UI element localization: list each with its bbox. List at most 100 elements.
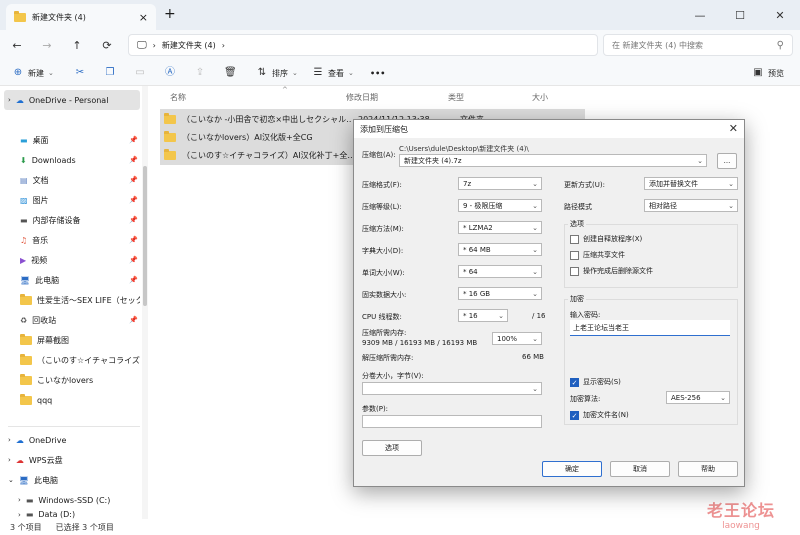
cloud-icon: ☁ [15,95,24,105]
sidebar-item-1[interactable]: ⬇ Downloads 📌 [20,150,140,170]
copy-button[interactable]: ❐ [104,64,116,82]
forward-button[interactable]: → [36,35,58,55]
sort-icon: ⇅ [257,67,267,78]
video-icon: ▶ [20,255,27,265]
sidebar-scrollbar[interactable] [142,86,148,519]
pin-icon: 📌 [129,216,138,224]
archive-name-combo[interactable]: 新建文件夹 (4).7z ⌄ [399,154,707,167]
new-button[interactable]: ⊕ 新建 ⌄ [12,64,54,82]
update-label: 更新方式(U): [564,181,605,189]
cancel-button[interactable]: 取消 [610,461,670,477]
dict-select[interactable]: * 64 MB ⌄ [458,243,542,256]
sidebar-item-onedrive[interactable]: › ☁ OneDrive [8,430,140,450]
pc-icon: 🖥 [18,475,30,485]
format-value: 7z [463,179,472,188]
shared-files-checkbox[interactable]: 压缩共享文件 [570,250,625,260]
password-input[interactable]: 上老王论坛当老王 [570,320,730,336]
params-label: 参数(P): [362,405,389,413]
sort-button[interactable]: ⇅ 排序 ⌄ [256,64,298,82]
sidebar-item-label: 图片 [32,195,49,205]
pin-icon: 📌 [129,156,138,164]
expand-chevron-icon: › [8,96,11,104]
sidebar-item-c-drive[interactable]: › ▬ Windows-SSD (C:) [18,490,150,510]
sidebar-item-onedrive-personal[interactable]: › ☁ OneDrive - Personal [4,90,140,110]
dialog-title: 添加到压缩包 [360,124,408,134]
preview-button[interactable]: ▣ 预览 [752,64,784,82]
method-select[interactable]: * LZMA2 ⌄ [458,221,542,234]
col-header-name[interactable]: 名称 [170,92,186,106]
update-select[interactable]: 添加并替换文件 ⌄ [644,177,738,190]
sidebar-item-0[interactable]: ▬ 桌面 📌 [20,130,140,150]
document-icon: ▤ [20,175,28,185]
search-box[interactable]: 在 新建文件夹 (4) 中搜索 ⚲ [603,34,793,56]
col-header-size[interactable]: 大小 [532,92,548,106]
sidebar-item-6[interactable]: ▶ 视频 📌 [20,250,140,270]
sidebar-item-5[interactable]: ♫ 音乐 📌 [20,230,140,250]
crumb-separator-end[interactable]: › [222,41,225,50]
sidebar-item-d-drive[interactable]: › ▬ Data (D:) [18,510,150,519]
drive-icon: ▬ [25,495,34,505]
sidebar-item-label: 性爱生活～SEX LIFE（セック [37,295,140,305]
split-select[interactable]: ⌄ [362,382,542,395]
delete-after-checkbox[interactable]: 操作完成后删除源文件 [570,266,653,276]
sidebar-item-label: 桌面 [32,135,49,145]
col-header-date[interactable]: 修改日期 [346,92,378,106]
address-bar[interactable]: 🖵 › 新建文件夹 (4) › [128,34,598,56]
breadcrumb[interactable]: 新建文件夹 (4) [162,40,216,51]
sidebar-item-9[interactable]: ♻ 回收站 📌 [20,310,140,330]
delete-button[interactable]: 🗑 [224,64,237,82]
sidebar-item-8[interactable]: 性爱生活～SEX LIFE（セック [20,290,140,310]
solid-select[interactable]: * 16 GB ⌄ [458,287,542,300]
sidebar-item-7[interactable]: 🖥 此电脑 📌 [20,270,140,290]
show-password-checkbox[interactable]: ✓ 显示密码(S) [570,377,621,387]
cpu-select[interactable]: * 16 ⌄ [458,309,508,322]
col-header-type[interactable]: 类型 [448,92,464,106]
sidebar-item-3[interactable]: ▨ 图片 📌 [20,190,140,210]
tab-active[interactable]: 新建文件夹 (4) × [6,4,156,30]
mem-percent-select[interactable]: 100% ⌄ [492,332,542,345]
sidebar-item-4[interactable]: ▬ 内部存储设备 📌 [20,210,140,230]
level-select[interactable]: 9 - 极限压缩 ⌄ [458,199,542,212]
word-select[interactable]: * 64 ⌄ [458,265,542,278]
encrypt-names-checkbox[interactable]: ✓ 加密文件名(N) [570,410,629,420]
more-button[interactable]: ••• [370,64,385,82]
paste-button[interactable]: ▭ [134,64,146,82]
options-button[interactable]: 选项 [362,440,422,456]
maximize-button[interactable]: ☐ [720,0,760,30]
chevron-down-icon: ⌄ [532,267,538,276]
update-value: 添加并替换文件 [649,179,698,188]
sidebar-item-13[interactable]: qqq [20,390,140,410]
nav-bar: ← → ↑ ⟳ 🖵 › 新建文件夹 (4) › 在 新建文件夹 (4) 中搜索 … [0,30,800,60]
sidebar-item-2[interactable]: ▤ 文档 📌 [20,170,140,190]
sidebar-item-label: Data (D:) [38,510,76,519]
pin-icon: 📌 [129,196,138,204]
enc-method-select[interactable]: AES-256 ⌄ [666,391,730,404]
rename-button[interactable]: Ⓐ [164,64,176,82]
view-button[interactable]: ☰ 查看 ⌄ [312,64,354,82]
sidebar-item-12[interactable]: こいなかlovers [20,370,140,390]
new-tab-button[interactable]: + [164,6,176,22]
sidebar-item-this-pc[interactable]: ⌄ 🖥 此电脑 [8,470,140,490]
path-select[interactable]: 相对路径 ⌄ [644,199,738,212]
ok-button[interactable]: 确定 [542,461,602,477]
format-select[interactable]: 7z ⌄ [458,177,542,190]
share-icon: ⇪ [195,67,205,78]
tab-close-icon[interactable]: × [139,11,148,24]
expand-chevron-icon: › [18,496,21,504]
search-input[interactable]: 在 新建文件夹 (4) 中搜索 [612,40,703,51]
up-button[interactable]: ↑ [66,35,88,55]
share-button[interactable]: ⇪ [194,64,206,82]
cut-button[interactable]: ✂ [74,64,86,82]
dialog-close-icon[interactable]: ✕ [729,122,738,135]
refresh-button[interactable]: ⟳ [96,35,118,55]
browse-button[interactable]: ... [717,153,737,169]
sidebar-item-11[interactable]: （こいのす☆イチャコライズ） [20,350,140,370]
minimize-button[interactable]: — [680,0,720,30]
sidebar-item-wps[interactable]: › ☁ WPS云盘 [8,450,140,470]
back-button[interactable]: ← [6,35,28,55]
sfx-checkbox[interactable]: 创建自释放程序(X) [570,234,642,244]
help-button[interactable]: 帮助 [678,461,738,477]
sidebar-item-10[interactable]: 屏幕截图 [20,330,140,350]
close-window-button[interactable]: ✕ [760,0,800,30]
params-input[interactable] [362,415,542,428]
